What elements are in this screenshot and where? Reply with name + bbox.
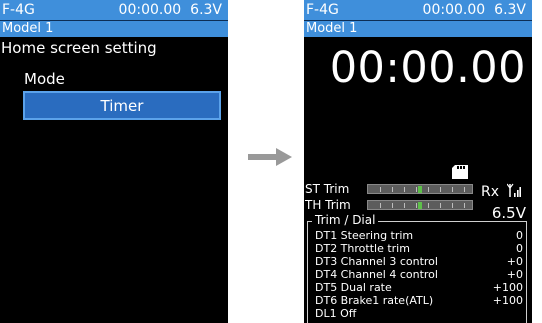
dial-name: DT1 Steering trim: [315, 229, 414, 242]
dial-value: 0: [516, 229, 523, 242]
dial-item: DT3 Channel 3 control +0: [315, 255, 523, 268]
dial-item: DL1 Off: [315, 307, 523, 320]
home-screen-setting-screen: F-4G 00:00.00 6.3V Model 1 Home screen s…: [0, 0, 228, 323]
st-trim-bar: [367, 184, 473, 194]
device-name: F-4G: [2, 2, 35, 18]
dial-value: +0: [506, 268, 523, 281]
dial-item: DT1 Steering trim 0: [315, 229, 523, 242]
th-trim-label: TH Trim: [305, 198, 351, 212]
status-time: 00:00.00: [422, 2, 486, 18]
dial-name: DT4 Channel 4 control: [315, 268, 438, 281]
status-bar: F-4G 00:00.00 6.3V: [304, 0, 532, 20]
th-trim-marker: [418, 202, 422, 209]
st-trim-marker: [418, 186, 422, 193]
dial-value: +100: [492, 294, 523, 307]
page-title: Home screen setting: [1, 39, 157, 57]
dial-heading: Trim / Dial: [312, 213, 379, 227]
signal-strength-icon: [507, 183, 521, 197]
dial-value: +0: [506, 255, 523, 268]
status-voltage: 6.3V: [494, 2, 526, 18]
rx-label: Rx: [481, 184, 500, 200]
model-name: Model 1: [0, 21, 228, 37]
dial-list: DT1 Steering trim 0 DT2 Throttle trim 0 …: [315, 229, 523, 320]
th-trim-row: TH Trim: [304, 198, 473, 212]
dial-item: DT2 Throttle trim 0: [315, 242, 523, 255]
rx-voltage: 6.5V: [491, 204, 526, 222]
sd-card-icon: [452, 165, 468, 179]
dial-name: DT6 Brake1 rate(ATL): [315, 294, 434, 307]
dial-name: DL1 Off: [315, 307, 357, 320]
mode-select[interactable]: Timer: [23, 91, 221, 120]
timer-display[interactable]: 00:00.00: [304, 43, 532, 93]
st-trim-row: ST Trim: [304, 182, 473, 196]
status-bar: F-4G 00:00.00 6.3V: [0, 0, 228, 20]
dial-value: 0: [516, 242, 523, 255]
dial-value: +100: [492, 281, 523, 294]
dial-item: DT4 Channel 4 control +0: [315, 268, 523, 281]
dial-name: DT5 Dual rate: [315, 281, 392, 294]
dial-item: DT6 Brake1 rate(ATL) +100: [315, 294, 523, 307]
status-voltage: 6.3V: [190, 2, 222, 18]
arrow-right-icon: [248, 148, 292, 166]
status-time: 00:00.00: [118, 2, 182, 18]
st-trim-label: ST Trim: [305, 182, 350, 196]
dial-item: DT5 Dual rate +100: [315, 281, 523, 294]
dial-name: DT2 Throttle trim: [315, 242, 410, 255]
device-name: F-4G: [306, 2, 339, 18]
mode-label: Mode: [24, 70, 65, 88]
th-trim-bar: [367, 200, 473, 210]
dial-name: DT3 Channel 3 control: [315, 255, 438, 268]
model-name: Model 1: [304, 21, 532, 37]
home-screen: F-4G 00:00.00 6.3V Model 1 00:00.00 ST T…: [304, 0, 532, 323]
